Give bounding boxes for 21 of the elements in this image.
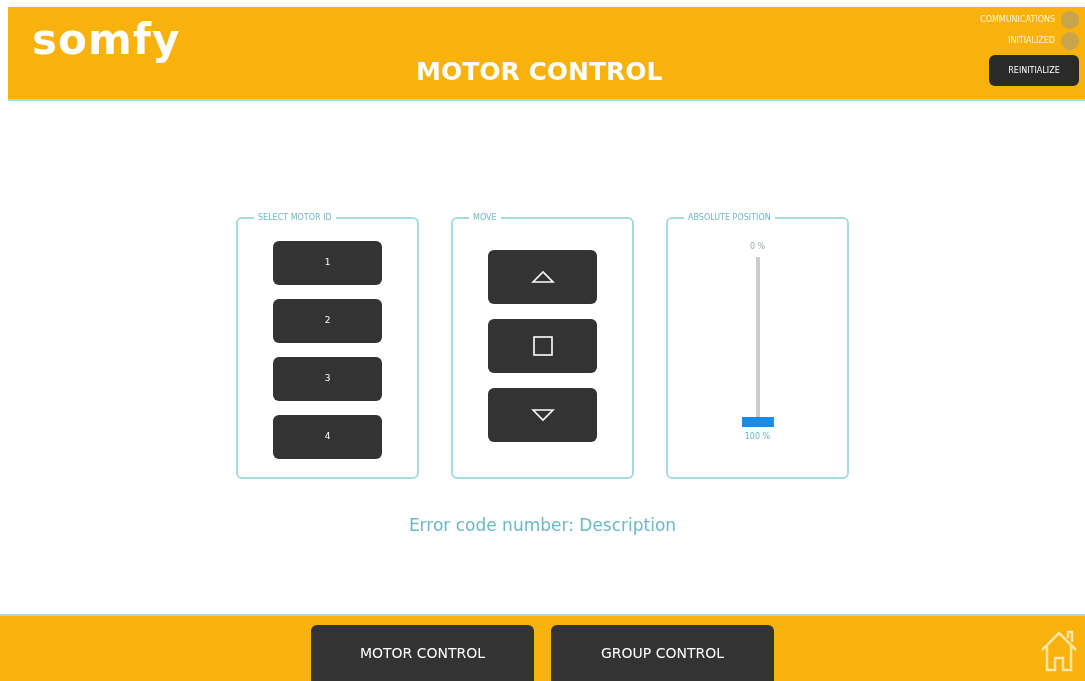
triangle-down-icon <box>530 408 555 422</box>
indicator-label: COMMUNICATIONS <box>980 14 1055 26</box>
motor-id-button[interactable]: 3 <box>273 357 382 401</box>
move-down-button[interactable] <box>488 388 597 442</box>
error-message: Error code number: Description <box>408 514 677 537</box>
indicator-label: INITIALIZED <box>1008 35 1055 47</box>
motor-id-button[interactable]: 1 <box>273 241 382 285</box>
slider-thumb[interactable] <box>741 417 774 427</box>
stop-button[interactable] <box>488 319 597 373</box>
slider-min-label: 0 % <box>749 241 766 253</box>
logo: somfy <box>32 19 181 61</box>
nav-tab[interactable]: GROUP CONTROL <box>551 625 774 681</box>
reinitialize-button[interactable]: REINITIALIZE <box>989 55 1079 86</box>
triangle-up-icon <box>530 270 555 284</box>
page-title: MOTOR CONTROL <box>416 59 663 84</box>
motor-id-button[interactable]: 2 <box>273 299 382 343</box>
motor-id-button[interactable]: 4 <box>273 415 382 459</box>
nav-tab[interactable]: MOTOR CONTROL <box>311 625 534 681</box>
move-up-button[interactable] <box>488 250 597 304</box>
square-icon <box>532 336 553 356</box>
slider-max-label: 100 % <box>744 431 771 443</box>
